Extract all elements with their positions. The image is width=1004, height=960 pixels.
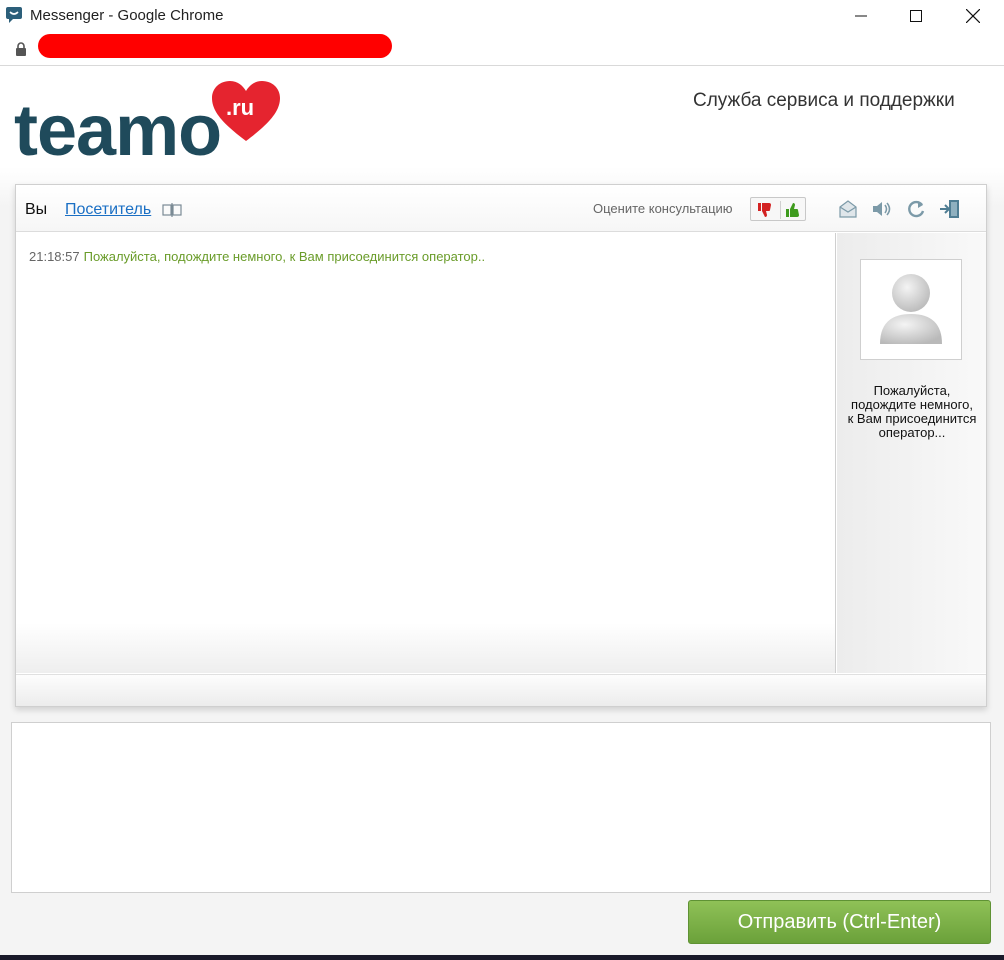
page: teamo .ru Служба сервиса и поддержки Вы … xyxy=(0,67,1004,960)
rating-buttons xyxy=(750,197,806,221)
rate-label: Оцените консультацию xyxy=(593,201,733,216)
tab-visitor[interactable]: Посетитель xyxy=(65,201,151,219)
send-button[interactable]: Отправить (Ctrl-Enter) xyxy=(688,900,991,944)
sound-icon[interactable] xyxy=(870,197,894,221)
message-time: 21:18:57 xyxy=(29,249,80,264)
refresh-icon[interactable] xyxy=(904,197,928,221)
maximize-icon xyxy=(910,10,922,22)
minimize-icon xyxy=(855,15,867,17)
message-text: Пожалуйста, подождите немного, к Вам при… xyxy=(83,249,486,264)
tab-you[interactable]: Вы xyxy=(25,201,47,219)
thumbs-up-icon xyxy=(785,203,799,217)
messenger-icon xyxy=(6,7,22,23)
message-input[interactable] xyxy=(11,722,991,893)
window-title: Messenger - Google Chrome xyxy=(30,7,224,24)
chat-panel: Вы Посетитель Оцените консультацию 21:18… xyxy=(15,184,987,707)
avatar xyxy=(860,259,962,360)
bottom-divider xyxy=(0,955,1004,960)
page-title: Служба сервиса и поддержки xyxy=(693,90,955,111)
maximize-button[interactable] xyxy=(893,0,939,32)
lock-icon xyxy=(16,42,26,56)
chat-footer xyxy=(16,674,986,706)
thumbs-down-icon xyxy=(758,203,771,217)
rate-bad-button[interactable] xyxy=(753,201,777,219)
logo-text: teamo xyxy=(14,91,222,171)
window-titlebar: Messenger - Google Chrome xyxy=(0,0,1004,32)
list-item: 21:18:57 Пожалуйста, подождите немного, к… xyxy=(29,249,485,264)
operator-status: Пожалуйста, подождите немного, к Вам при… xyxy=(847,383,977,440)
message-list: 21:18:57 Пожалуйста, подождите немного, к… xyxy=(16,233,836,673)
email-icon[interactable] xyxy=(836,197,860,221)
teamo-logo[interactable]: teamo .ru xyxy=(14,81,284,181)
operator-sidebar: Пожалуйста, подождите немного, к Вам при… xyxy=(837,233,986,673)
close-button[interactable] xyxy=(950,0,996,32)
minimize-button[interactable] xyxy=(838,0,884,32)
user-avatar-icon xyxy=(880,274,942,344)
visitor-info-icon[interactable] xyxy=(162,202,182,218)
logo-suffix: .ru xyxy=(226,95,255,120)
rate-good-button[interactable] xyxy=(780,201,804,219)
exit-icon[interactable] xyxy=(938,197,962,221)
chat-header: Вы Посетитель Оцените консультацию xyxy=(16,185,986,232)
url-redaction xyxy=(38,34,392,58)
close-icon xyxy=(966,9,980,23)
